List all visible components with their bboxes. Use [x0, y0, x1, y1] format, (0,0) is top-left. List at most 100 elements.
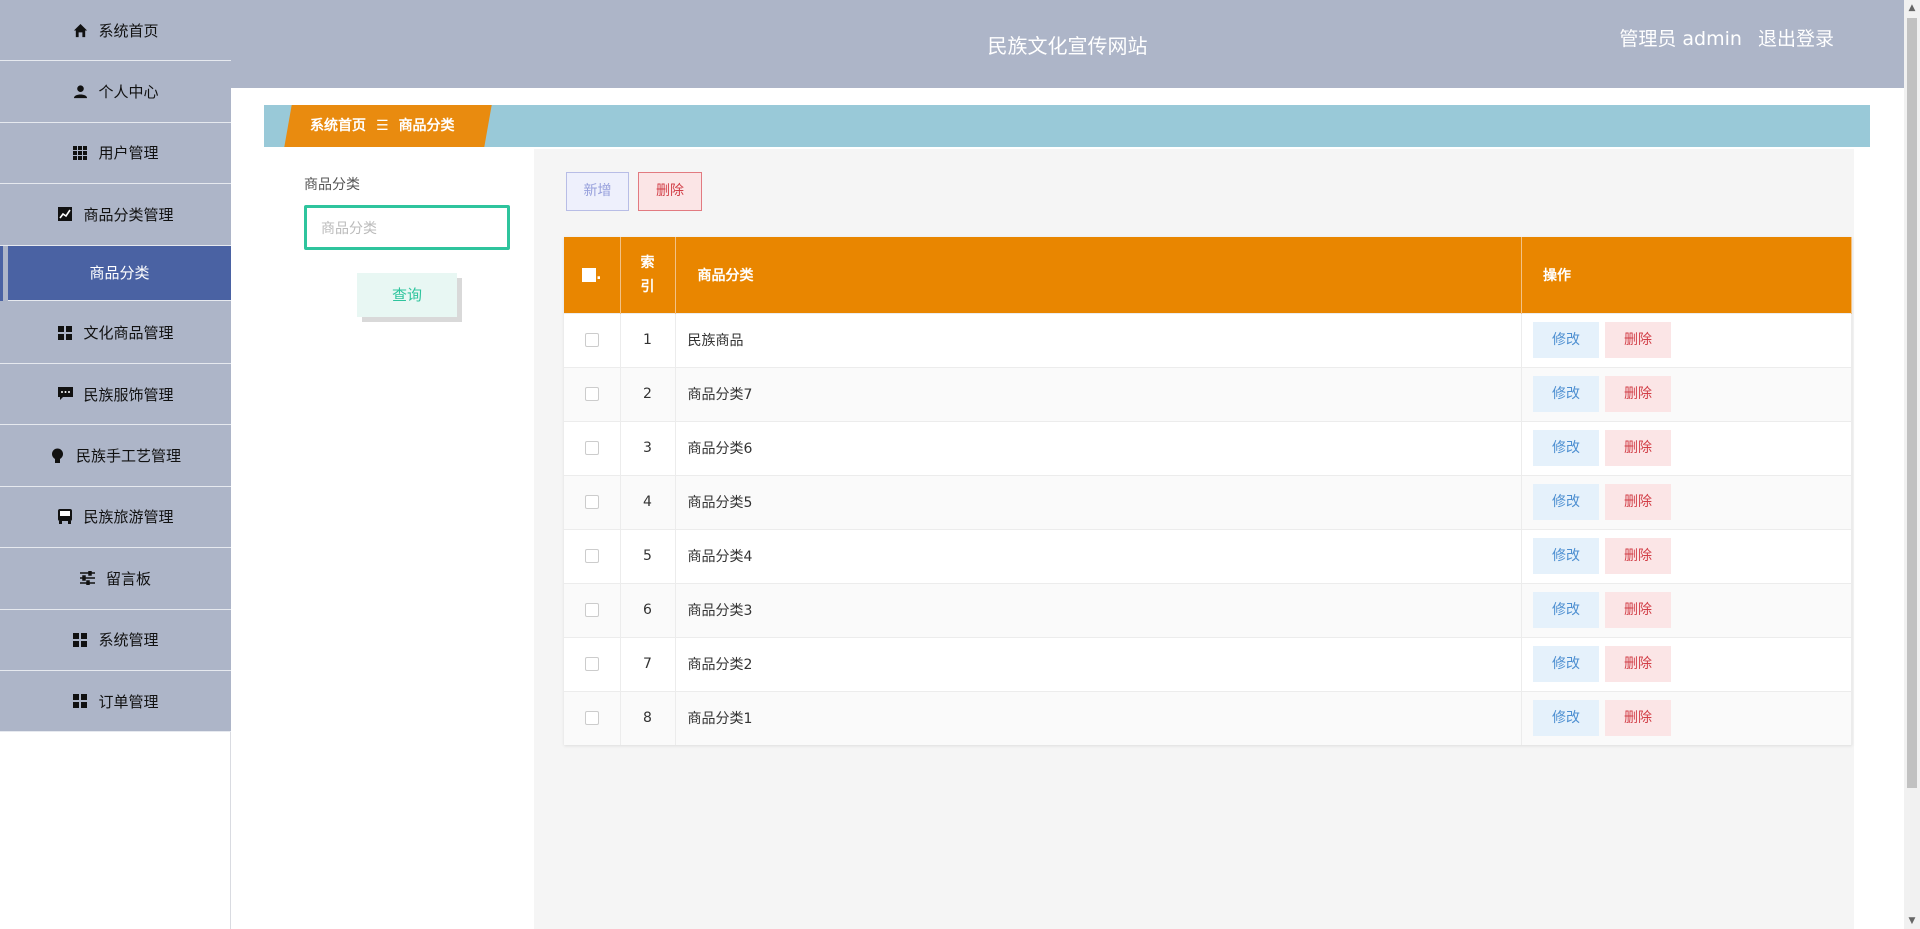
category-table: . 索引 商品分类 操作 1 民族商品 修改 删除 2 商品分类7 修改 删除 3 商品分类6 修改…	[564, 237, 1852, 745]
breadcrumb-current: 商品分类	[398, 118, 455, 134]
operation-header: 操作	[1521, 237, 1852, 313]
edit-button[interactable]: 修改	[1533, 538, 1599, 574]
row-checkbox[interactable]	[584, 603, 599, 617]
row-checkbox-cell[interactable]	[564, 582, 621, 637]
scroll-down-icon[interactable]: ▼	[1907, 916, 1917, 926]
row-operations: 修改 删除	[1521, 420, 1852, 475]
sidebar-item-label: 系统首页	[98, 21, 159, 40]
row-checkbox-cell[interactable]	[564, 690, 621, 745]
chart-icon	[57, 206, 73, 222]
row-category-name: 商品分类6	[675, 420, 1522, 475]
row-category-name: 商品分类3	[675, 582, 1522, 637]
sidebar: 系统首页 个人中心 用户管理 商品分类管理 商品分类 文化商品管理 民族服饰管理…	[0, 0, 231, 929]
edit-button[interactable]: 修改	[1533, 430, 1599, 466]
row-index: 5	[620, 528, 676, 583]
row-checkbox[interactable]	[584, 441, 599, 455]
scroll-thumb[interactable]	[1907, 18, 1917, 788]
row-category-name: 商品分类2	[675, 636, 1522, 691]
row-checkbox-cell[interactable]	[564, 420, 621, 475]
sidebar-item-culture-goods[interactable]: 文化商品管理	[0, 303, 231, 364]
bulb-icon	[50, 448, 66, 464]
sidebar-item-users[interactable]: 用户管理	[0, 123, 231, 185]
delete-button[interactable]: 删除	[1605, 376, 1671, 412]
scroll-up-icon[interactable]: ▲	[1907, 3, 1917, 13]
logout-link[interactable]: 退出登录	[1758, 28, 1834, 50]
table-row: 7 商品分类2 修改 删除	[564, 636, 1852, 691]
sidebar-item-label: 文化商品管理	[83, 324, 174, 343]
sidebar-item-category-mgmt[interactable]: 商品分类管理	[0, 184, 231, 246]
admin-label: 管理员 admin	[1619, 28, 1742, 50]
row-operations: 修改 删除	[1521, 690, 1852, 745]
row-category-name: 商品分类7	[675, 366, 1522, 421]
row-checkbox-cell[interactable]	[564, 312, 621, 367]
query-button[interactable]: 查询	[357, 273, 457, 317]
scrollbar[interactable]: ▲ ▼	[1904, 0, 1920, 929]
edit-button[interactable]: 修改	[1533, 646, 1599, 682]
row-operations: 修改 删除	[1521, 582, 1852, 637]
row-index: 2	[620, 366, 676, 421]
delete-button[interactable]: 删除	[1605, 430, 1671, 466]
row-operations: 修改 删除	[1521, 366, 1852, 421]
row-category-name: 民族商品	[675, 312, 1522, 367]
row-checkbox[interactable]	[584, 549, 599, 563]
row-checkbox[interactable]	[584, 711, 599, 726]
row-index: 6	[620, 582, 676, 637]
table-header-row: . 索引 商品分类 操作	[564, 237, 1852, 313]
category-search-input[interactable]	[304, 205, 510, 250]
table-row: 3 商品分类6 修改 删除	[564, 420, 1852, 475]
edit-button[interactable]: 修改	[1533, 484, 1599, 520]
breadcrumb-bar	[264, 105, 1870, 147]
add-button[interactable]: 新增	[566, 172, 629, 211]
sidebar-item-label: 民族手工艺管理	[75, 447, 181, 466]
row-category-name: 商品分类5	[675, 474, 1522, 529]
sidebar-item-home[interactable]: 系统首页	[0, 0, 231, 62]
sidebar-item-label: 用户管理	[98, 144, 159, 163]
apps-icon	[57, 325, 73, 341]
row-checkbox-cell[interactable]	[564, 366, 621, 421]
breadcrumb: 系统首页 ☰ 商品分类	[310, 105, 455, 147]
row-checkbox[interactable]	[584, 387, 599, 401]
delete-button[interactable]: 删除	[1605, 700, 1671, 737]
sidebar-menu: 系统首页 个人中心 用户管理 商品分类管理 商品分类 文化商品管理 民族服饰管理…	[0, 0, 231, 733]
row-index: 4	[620, 474, 676, 529]
row-operations: 修改 删除	[1521, 636, 1852, 691]
sidebar-item-costume[interactable]: 民族服饰管理	[0, 364, 231, 426]
row-checkbox-cell[interactable]	[564, 474, 621, 529]
row-checkbox[interactable]	[584, 495, 599, 509]
sidebar-item-travel[interactable]: 民族旅游管理	[0, 487, 231, 549]
select-all-checkbox[interactable]	[582, 267, 597, 282]
row-index: 3	[620, 420, 676, 475]
name-header: 商品分类	[675, 237, 1522, 313]
delete-button[interactable]: 删除	[1605, 322, 1671, 358]
sidebar-item-message-board[interactable]: 留言板	[0, 548, 231, 610]
bus-icon	[57, 509, 73, 525]
sidebar-item-label: 民族旅游管理	[83, 508, 174, 527]
batch-delete-button[interactable]: 删除	[638, 172, 702, 211]
edit-button[interactable]: 修改	[1533, 592, 1599, 628]
table-row: 5 商品分类4 修改 删除	[564, 528, 1852, 583]
comment-icon	[57, 386, 73, 402]
sidebar-item-label: 系统管理	[98, 631, 159, 650]
select-all-header[interactable]: .	[564, 237, 621, 313]
row-checkbox[interactable]	[584, 333, 599, 347]
delete-button[interactable]: 删除	[1605, 538, 1671, 574]
sidebar-item-system[interactable]: 系统管理	[0, 610, 231, 671]
table-row: 2 商品分类7 修改 删除	[564, 366, 1852, 421]
sidebar-item-handicraft[interactable]: 民族手工艺管理	[0, 425, 231, 487]
sidebar-item-label: 个人中心	[98, 83, 159, 102]
delete-button[interactable]: 删除	[1605, 484, 1671, 520]
delete-button[interactable]: 删除	[1605, 592, 1671, 628]
grid-icon	[72, 145, 88, 161]
sidebar-item-profile[interactable]: 个人中心	[0, 61, 231, 123]
delete-button[interactable]: 删除	[1605, 646, 1671, 682]
edit-button[interactable]: 修改	[1533, 700, 1599, 737]
sidebar-item-label: 留言板	[105, 569, 151, 588]
edit-button[interactable]: 修改	[1533, 376, 1599, 412]
breadcrumb-home[interactable]: 系统首页	[310, 118, 366, 134]
edit-button[interactable]: 修改	[1533, 322, 1599, 358]
row-checkbox-cell[interactable]	[564, 636, 621, 691]
row-checkbox-cell[interactable]	[564, 528, 621, 583]
sidebar-item-category[interactable]: 商品分类	[0, 245, 231, 301]
row-checkbox[interactable]	[584, 657, 599, 671]
sidebar-item-orders[interactable]: 订单管理	[0, 671, 231, 733]
